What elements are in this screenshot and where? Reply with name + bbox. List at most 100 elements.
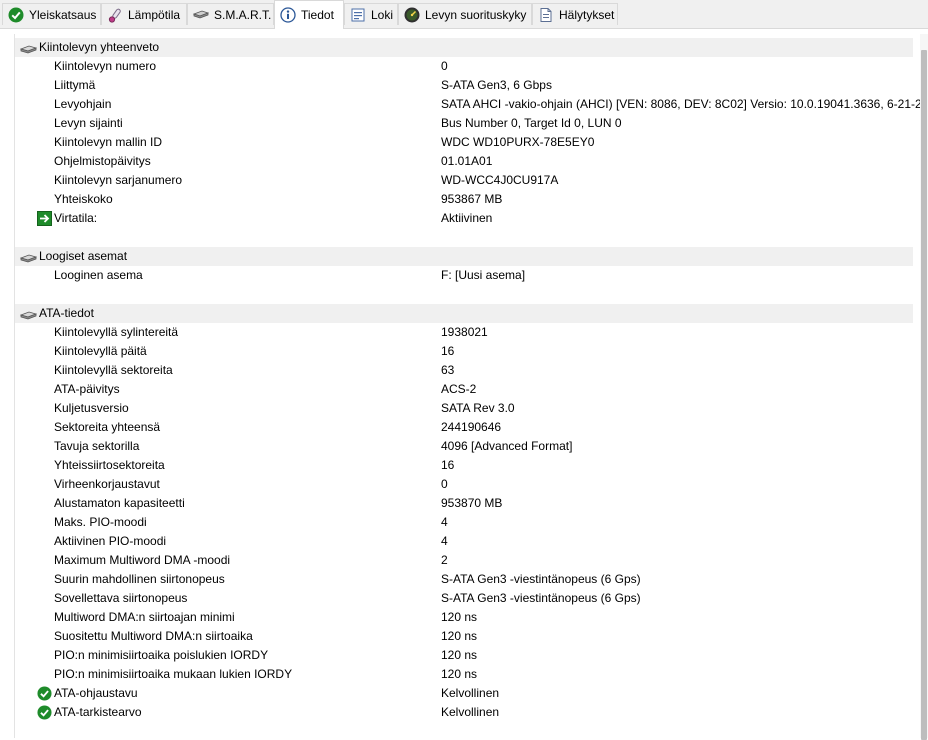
property-name: Sektoreita yhteensä <box>54 420 161 434</box>
list-item[interactable]: Liittymä S-ATA Gen3, 6 Gbps <box>15 76 913 95</box>
tab-yleiskatsaus[interactable]: Yleiskatsaus <box>2 3 101 25</box>
property-value: 120 ns <box>441 667 478 681</box>
property-value: 01.01A01 <box>441 154 493 168</box>
list-item[interactable]: Virtatila: Aktiivinen <box>15 209 913 228</box>
list-item[interactable]: ATA-tarkistearvo Kelvollinen <box>15 703 913 722</box>
tab-label: S.M.A.R.T. <box>214 7 272 22</box>
tab-tiedot[interactable]: Tiedot <box>274 0 344 29</box>
property-value: WD-WCC4J0CU917A <box>441 173 559 187</box>
list-item[interactable]: Kiintolevyllä päitä 16 <box>15 342 913 361</box>
check-circle-icon <box>37 705 52 720</box>
property-value: SATA AHCI -vakio-ohjain (AHCI) [VEN: 808… <box>441 97 928 111</box>
list-item[interactable]: Sektoreita yhteensä 244190646 <box>15 418 913 437</box>
property-value: S-ATA Gen3, 6 Gbps <box>441 78 552 92</box>
list-item[interactable]: Virheenkorjaustavut 0 <box>15 475 913 494</box>
list-item[interactable]: PIO:n minimisiirtoaika mukaan lukien IOR… <box>15 665 913 684</box>
property-name: Multiword DMA:n siirtoajan minimi <box>54 610 235 624</box>
property-value: 4 <box>441 534 448 548</box>
tab-lampotila[interactable]: Lämpötila <box>101 3 187 25</box>
list-item[interactable]: Yhteissiirtosektoreita 16 <box>15 456 913 475</box>
property-value: S-ATA Gen3 -viestintänopeus (6 Gps) <box>441 572 641 586</box>
list-item[interactable]: Kiintolevyllä sektoreita 63 <box>15 361 913 380</box>
property-value: 0 <box>441 59 448 73</box>
list-item[interactable]: Kiintolevyllä sylintereitä 1938021 <box>15 323 913 342</box>
property-value: 244190646 <box>441 420 502 434</box>
list-item[interactable]: Levyn sijainti Bus Number 0, Target Id 0,… <box>15 114 913 133</box>
property-value: 0 <box>441 477 448 491</box>
property-value: 16 <box>441 458 455 472</box>
property-value: F: [Uusi asema] <box>441 268 526 282</box>
property-name: Looginen asema <box>54 268 143 282</box>
tab-levyn-suorituskyky[interactable]: Levyn suorituskyky <box>398 3 532 25</box>
property-name: Aktiivinen PIO-moodi <box>54 534 167 548</box>
list-item[interactable]: Alustamaton kapasiteetti 953870 MB <box>15 494 913 513</box>
tab-loki[interactable]: Loki <box>344 3 398 25</box>
scrollbar-thumb[interactable] <box>921 50 927 740</box>
check-circle-icon <box>37 686 52 701</box>
property-value: 120 ns <box>441 610 478 624</box>
property-value: 4 <box>441 515 448 529</box>
alerts-icon <box>538 7 554 23</box>
property-value: ACS-2 <box>441 382 477 396</box>
property-name: Yhteissiirtosektoreita <box>54 458 165 472</box>
list-item[interactable]: Maximum Multiword DMA -moodi 2 <box>15 551 913 570</box>
list-item[interactable]: Maks. PIO-moodi 4 <box>15 513 913 532</box>
list-item[interactable]: Kiintolevyn sarjanumero WD-WCC4J0CU917A <box>15 171 913 190</box>
property-name: Kiintolevyn mallin ID <box>54 135 163 149</box>
tab-label: Yleiskatsaus <box>29 7 97 22</box>
property-value: 16 <box>441 344 455 358</box>
list-item[interactable]: Ohjelmistopäivitys 01.01A01 <box>15 152 913 171</box>
property-name: Ohjelmistopäivitys <box>54 154 151 168</box>
property-name: PIO:n minimisiirtoaika mukaan lukien IOR… <box>54 667 293 681</box>
property-name: ATA-tarkistearvo <box>54 705 142 719</box>
property-name: Kiintolevyllä sylintereitä <box>54 325 179 339</box>
tab-label: Tiedot <box>301 8 334 22</box>
list-item[interactable]: Yhteiskoko 953867 MB <box>15 190 913 209</box>
details-list[interactable]: Kiintolevyn yhteenveto Kiintolevyn numer… <box>14 34 928 738</box>
tab-label: Lämpötila <box>128 7 181 22</box>
list-item[interactable]: Suositettu Multiword DMA:n siirtoaika 120… <box>15 627 913 646</box>
property-name: Levyohjain <box>54 97 112 111</box>
group-header-logical-drives[interactable]: Loogiset asemat <box>15 247 913 266</box>
list-item[interactable]: Tavuja sektorilla 4096 [Advanced Format] <box>15 437 913 456</box>
property-name: Tavuja sektorilla <box>54 439 140 453</box>
list-item[interactable]: Levyohjain SATA AHCI -vakio-ohjain (AHCI)… <box>15 95 928 114</box>
info-icon <box>280 7 296 23</box>
group-header-summary[interactable]: Kiintolevyn yhteenveto <box>15 38 913 57</box>
list-item[interactable]: Kiintolevyn mallin ID WDC WD10PURX-78E5EY… <box>15 133 913 152</box>
property-name: Virheenkorjaustavut <box>54 477 160 491</box>
list-item[interactable]: Kiintolevyn numero 0 <box>15 57 913 76</box>
property-name: Maks. PIO-moodi <box>54 515 147 529</box>
tab-halytykset[interactable]: Hälytykset <box>532 3 618 25</box>
property-name: Kiintolevyn numero <box>54 59 157 73</box>
property-value: Aktiivinen <box>441 211 493 225</box>
drive-icon <box>19 43 38 54</box>
property-name: PIO:n minimisiirtoaika poislukien IORDY <box>54 648 269 662</box>
property-value: Bus Number 0, Target Id 0, LUN 0 <box>441 116 622 130</box>
group-title: Kiintolevyn yhteenveto <box>39 40 160 54</box>
list-item[interactable]: PIO:n minimisiirtoaika poislukien IORDY 1… <box>15 646 913 665</box>
property-name: Maximum Multiword DMA -moodi <box>54 553 231 567</box>
property-name: Alustamaton kapasiteetti <box>54 496 185 510</box>
property-value: 1938021 <box>441 325 488 339</box>
property-value: Kelvollinen <box>441 705 500 719</box>
list-item[interactable]: Aktiivinen PIO-moodi 4 <box>15 532 913 551</box>
property-name: ATA-ohjaustavu <box>54 686 138 700</box>
property-name: ATA-päivitys <box>54 382 120 396</box>
list-item[interactable]: Kuljetusversio SATA Rev 3.0 <box>15 399 913 418</box>
property-name: Liittymä <box>54 78 96 92</box>
property-name: Kiintolevyn sarjanumero <box>54 173 183 187</box>
list-item[interactable]: Suurin mahdollinen siirtonopeus S-ATA Gen… <box>15 570 913 589</box>
tab-bar: Yleiskatsaus Lämpötila S.M.A.R.T. Tiedot… <box>0 0 928 29</box>
tab-label: Loki <box>371 7 394 22</box>
list-item[interactable]: Sovellettava siirtonopeus S-ATA Gen3 -vie… <box>15 589 913 608</box>
list-item[interactable]: ATA-ohjaustavu Kelvollinen <box>15 684 913 703</box>
list-item[interactable]: ATA-päivitys ACS-2 <box>15 380 913 399</box>
group-title: Loogiset asemat <box>39 249 128 263</box>
group-header-ata[interactable]: ATA-tiedot <box>15 304 913 323</box>
property-value: 953870 MB <box>441 496 503 510</box>
list-item[interactable]: Multiword DMA:n siirtoajan minimi 120 ns <box>15 608 913 627</box>
tab-smart[interactable]: S.M.A.R.T. <box>187 3 274 25</box>
list-item[interactable]: Looginen asema F: [Uusi asema] <box>15 266 913 285</box>
property-value: 63 <box>441 363 455 377</box>
